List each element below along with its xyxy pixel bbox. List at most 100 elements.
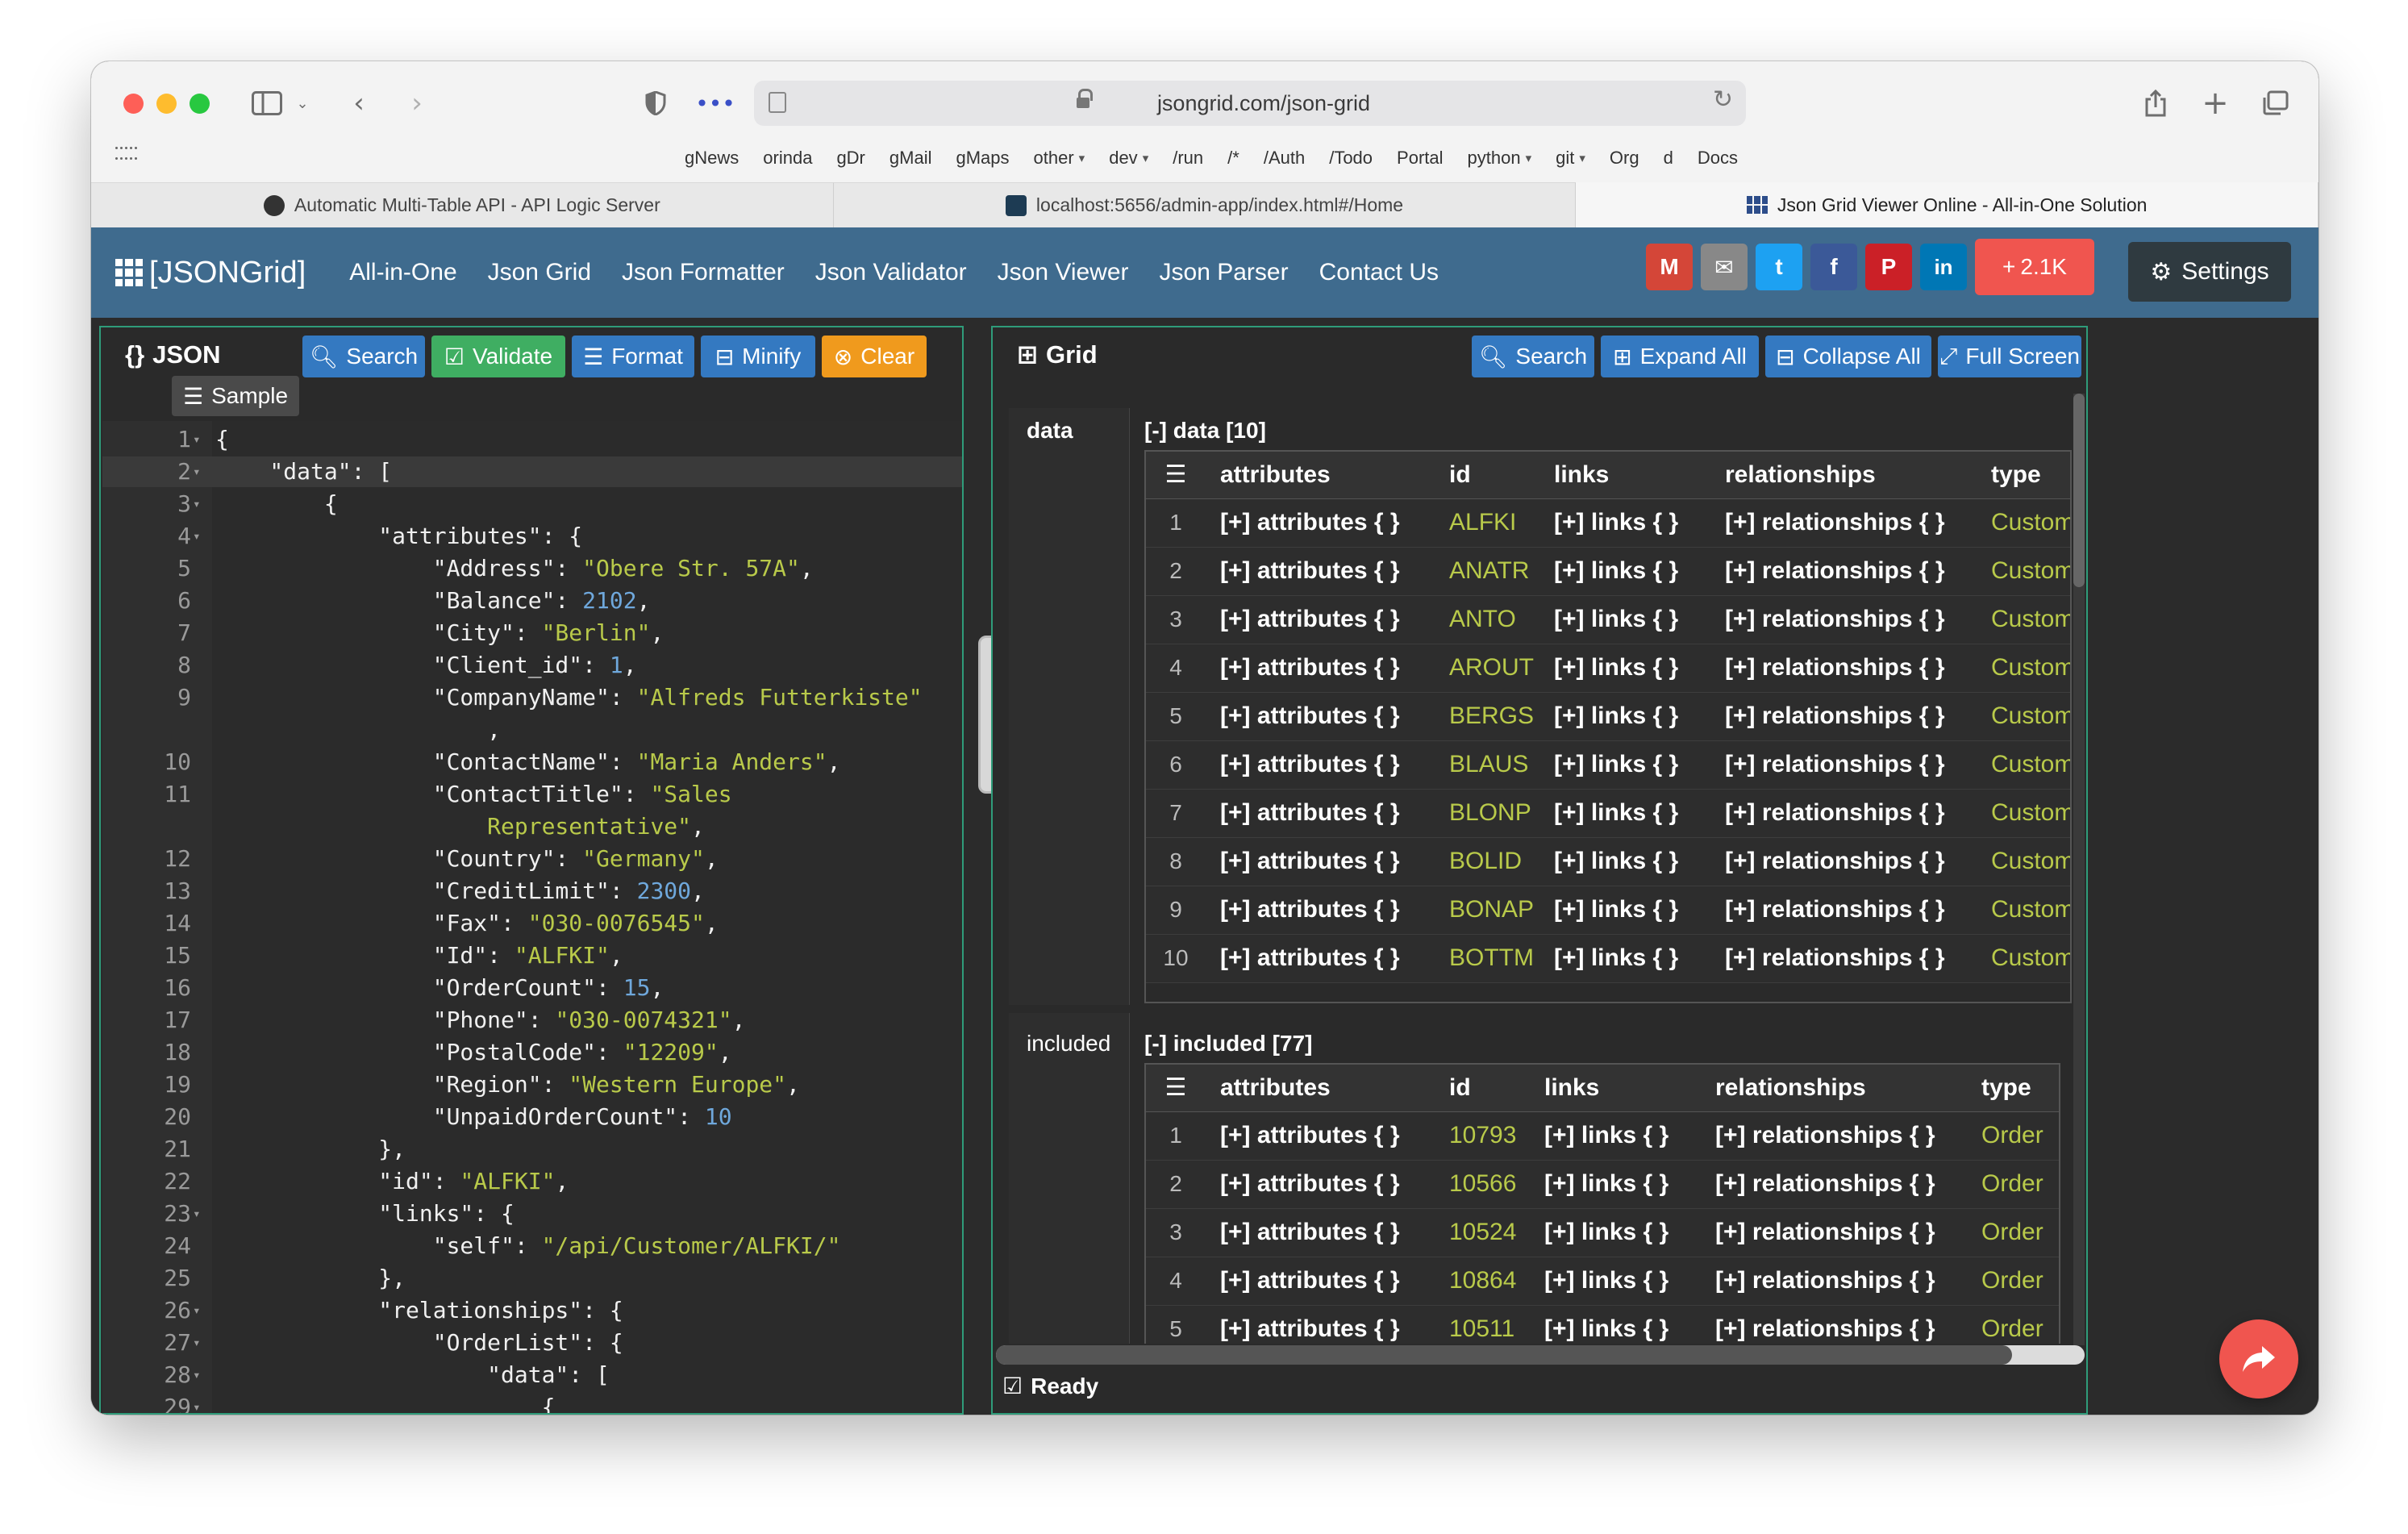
address-bar[interactable]: jsongrid.com/json-grid ↻: [754, 81, 1746, 126]
links-expander[interactable]: [+] links { }: [1530, 1160, 1701, 1209]
share-fab-button[interactable]: [2219, 1319, 2298, 1399]
column-header[interactable]: links: [1539, 452, 1710, 499]
nav-json-grid[interactable]: Json Grid: [488, 259, 591, 286]
grid-vertical-scrollbar[interactable]: [2073, 394, 2085, 1345]
relationships-expander[interactable]: [+] relationships { }: [1710, 789, 1977, 838]
bookmark-item[interactable]: orinda: [763, 142, 812, 174]
attributes-expander[interactable]: [+] attributes { }: [1206, 789, 1435, 838]
column-menu-icon[interactable]: ☰: [1146, 1065, 1206, 1112]
links-expander[interactable]: [+] links { }: [1539, 886, 1710, 935]
clear-button[interactable]: ⊗ Clear: [822, 336, 927, 377]
bookmark-item[interactable]: /run: [1173, 142, 1203, 174]
fold-toggle-icon[interactable]: ▾: [193, 456, 201, 487]
relationships-expander[interactable]: [+] relationships { }: [1701, 1257, 1967, 1306]
pinterest-icon[interactable]: P: [1865, 244, 1912, 290]
validate-button[interactable]: ☑ Validate: [431, 336, 565, 377]
share-icon[interactable]: [2139, 85, 2172, 121]
attributes-expander[interactable]: [+] attributes { }: [1206, 1257, 1435, 1306]
bookmark-item[interactable]: /Auth: [1264, 142, 1305, 174]
attributes-expander[interactable]: [+] attributes { }: [1206, 837, 1435, 886]
links-expander[interactable]: [+] links { }: [1539, 692, 1710, 741]
json-code-editor[interactable]: 1 ▾{2 ▾ "data": [3 ▾ {4 ▾ "attributes": {5 "…: [102, 421, 962, 1413]
attributes-expander[interactable]: [+] attributes { }: [1206, 1111, 1435, 1161]
attributes-expander[interactable]: [+] attributes { }: [1206, 1160, 1435, 1209]
bookmark-item[interactable]: gMaps: [956, 142, 1009, 174]
bookmark-item[interactable]: gMail: [889, 142, 932, 174]
full-screen-button[interactable]: ⤢ Full Screen: [1938, 336, 2081, 377]
bookmark-folder[interactable]: other ▾: [1034, 142, 1085, 174]
relationships-expander[interactable]: [+] relationships { }: [1710, 644, 1977, 693]
bookmark-item[interactable]: Org: [1610, 142, 1639, 174]
attributes-expander[interactable]: [+] attributes { }: [1206, 692, 1435, 741]
relationships-expander[interactable]: [+] relationships { }: [1701, 1111, 1967, 1161]
links-expander[interactable]: [+] links { }: [1530, 1208, 1701, 1257]
fold-toggle-icon[interactable]: ▾: [193, 1295, 201, 1326]
attributes-expander[interactable]: [+] attributes { }: [1206, 644, 1435, 693]
nav-contact-us[interactable]: Contact Us: [1319, 259, 1439, 286]
relationships-expander[interactable]: [+] relationships { }: [1701, 1160, 1967, 1209]
extensions-icon[interactable]: •••: [695, 85, 735, 121]
column-header[interactable]: id: [1435, 1065, 1530, 1112]
nav-json-formatter[interactable]: Json Formatter: [622, 259, 785, 286]
column-header[interactable]: id: [1435, 452, 1539, 499]
chevron-down-icon[interactable]: ⌄: [293, 85, 312, 121]
bookmark-item[interactable]: d: [1664, 142, 1673, 174]
column-header[interactable]: relationships: [1710, 452, 1977, 499]
attributes-expander[interactable]: [+] attributes { }: [1206, 740, 1435, 790]
gmail-icon[interactable]: M: [1646, 244, 1693, 290]
brand-logo[interactable]: [JSONGrid]: [115, 256, 306, 290]
fold-toggle-icon[interactable]: ▾: [193, 424, 201, 455]
column-header[interactable]: attributes: [1206, 1065, 1435, 1112]
relationships-expander[interactable]: [+] relationships { }: [1710, 886, 1977, 935]
close-window-button[interactable]: [123, 94, 144, 114]
browser-tab-active[interactable]: Json Grid Viewer Online - All-in-One Sol…: [1576, 182, 2318, 227]
links-expander[interactable]: [+] links { }: [1539, 740, 1710, 790]
settings-button[interactable]: ⚙ Settings: [2128, 242, 2291, 302]
links-expander[interactable]: [+] links { }: [1530, 1305, 1701, 1344]
fold-toggle-icon[interactable]: ▾: [193, 1360, 201, 1390]
minify-button[interactable]: ⊟ Minify: [701, 336, 815, 377]
column-header[interactable]: relationships: [1701, 1065, 1967, 1112]
nav-json-parser[interactable]: Json Parser: [1160, 259, 1289, 286]
fold-toggle-icon[interactable]: ▾: [193, 1392, 201, 1413]
browser-tab[interactable]: Automatic Multi-Table API - API Logic Se…: [91, 182, 834, 227]
bookmark-folder[interactable]: python ▾: [1468, 142, 1532, 174]
links-expander[interactable]: [+] links { }: [1539, 934, 1710, 983]
relationships-expander[interactable]: [+] relationships { }: [1710, 740, 1977, 790]
links-expander[interactable]: [+] links { }: [1539, 547, 1710, 596]
links-expander[interactable]: [+] links { }: [1539, 837, 1710, 886]
included-section-toggle[interactable]: [-] included [77]: [1144, 1031, 1312, 1057]
collapse-all-button[interactable]: ⊟ Collapse All: [1765, 336, 1931, 377]
json-search-button[interactable]: 🔍︎ Search: [302, 336, 425, 377]
reload-icon[interactable]: ↻: [1713, 85, 1733, 114]
bookmark-item[interactable]: Portal: [1397, 142, 1443, 174]
bookmark-item[interactable]: /*: [1227, 142, 1239, 174]
data-section-toggle[interactable]: [-] data [10]: [1144, 418, 1266, 444]
attributes-expander[interactable]: [+] attributes { }: [1206, 934, 1435, 983]
share-count-button[interactable]: +2.1K: [1975, 239, 2094, 295]
column-header[interactable]: links: [1530, 1065, 1701, 1112]
sidebar-toggle-icon[interactable]: [249, 85, 285, 121]
attributes-expander[interactable]: [+] attributes { }: [1206, 595, 1435, 644]
attributes-expander[interactable]: [+] attributes { }: [1206, 886, 1435, 935]
fold-toggle-icon[interactable]: ▾: [193, 489, 201, 519]
links-expander[interactable]: [+] links { }: [1539, 789, 1710, 838]
attributes-expander[interactable]: [+] attributes { }: [1206, 498, 1435, 548]
tab-overview-icon[interactable]: [2259, 85, 2291, 121]
relationships-expander[interactable]: [+] relationships { }: [1710, 595, 1977, 644]
links-expander[interactable]: [+] links { }: [1530, 1111, 1701, 1161]
relationships-expander[interactable]: [+] relationships { }: [1710, 934, 1977, 983]
bookmark-item[interactable]: /Todo: [1329, 142, 1373, 174]
links-expander[interactable]: [+] links { }: [1530, 1257, 1701, 1306]
column-header[interactable]: type: [1977, 452, 2070, 499]
twitter-icon[interactable]: t: [1756, 244, 1802, 290]
nav-json-viewer[interactable]: Json Viewer: [998, 259, 1129, 286]
fold-toggle-icon[interactable]: ▾: [193, 1328, 201, 1358]
column-menu-icon[interactable]: ☰: [1146, 452, 1206, 499]
bookmark-folder[interactable]: dev ▾: [1109, 142, 1148, 174]
relationships-expander[interactable]: [+] relationships { }: [1701, 1208, 1967, 1257]
format-button[interactable]: ☰ Format: [572, 336, 694, 377]
linkedin-icon[interactable]: in: [1920, 244, 1967, 290]
grid-horizontal-scrollbar[interactable]: [996, 1345, 2085, 1365]
expand-all-button[interactable]: ⊞ Expand All: [1601, 336, 1759, 377]
